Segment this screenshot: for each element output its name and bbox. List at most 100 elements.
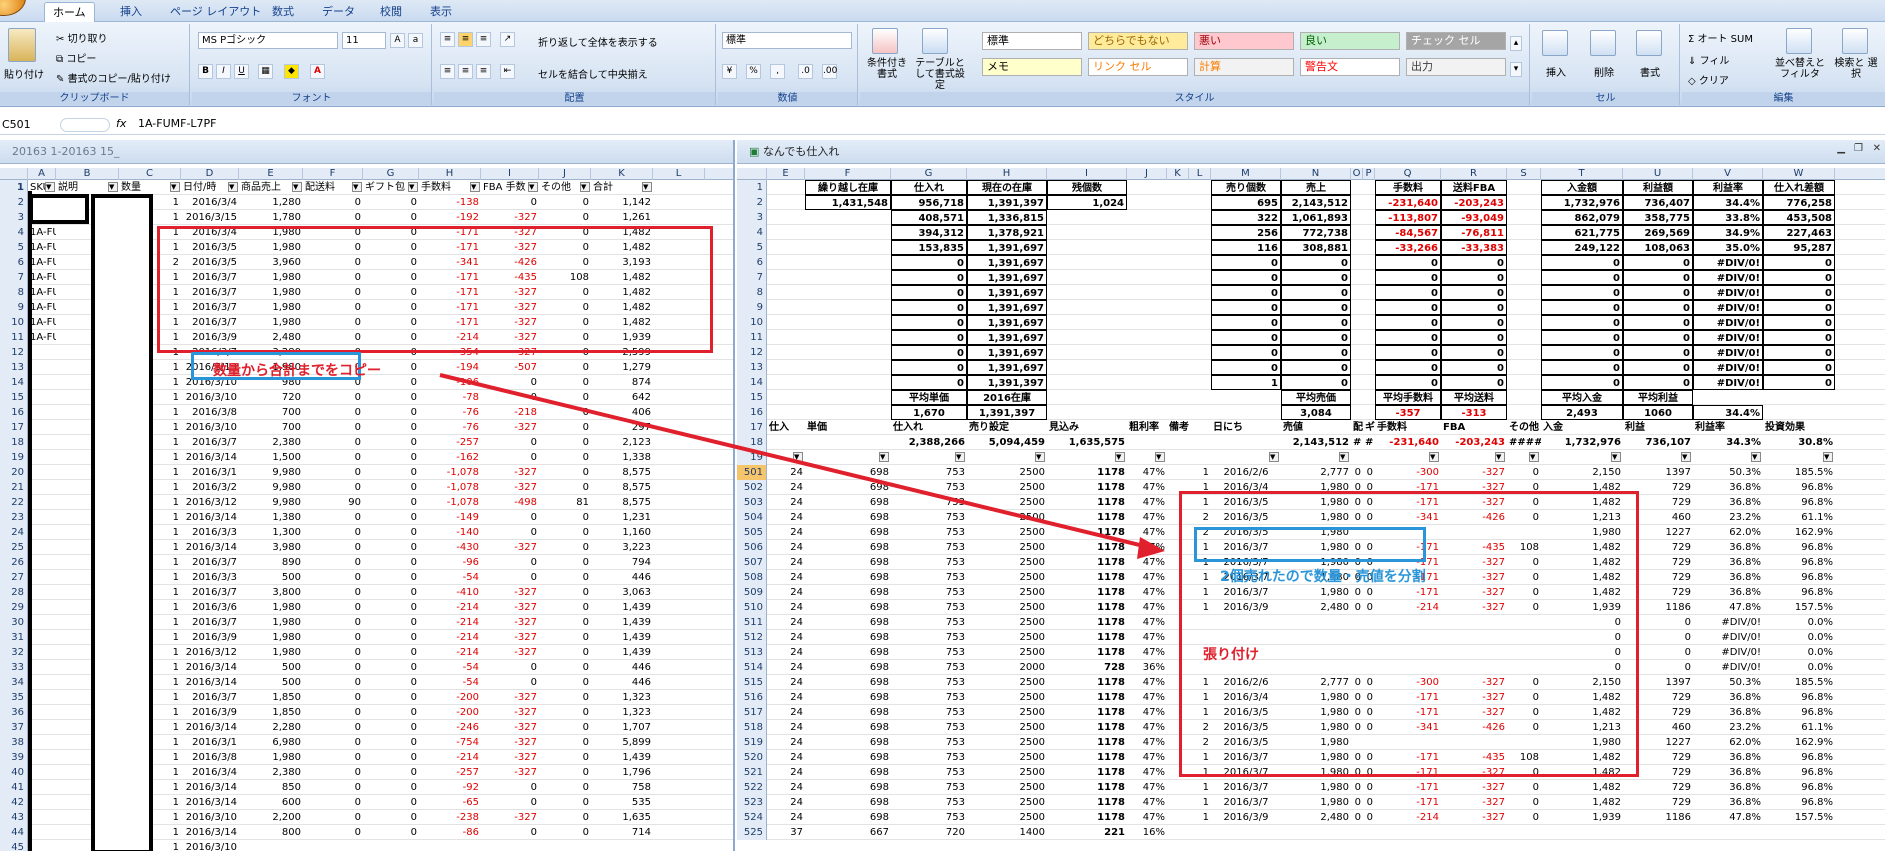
cell[interactable]: -76	[419, 420, 481, 435]
tab-3[interactable]: 数式	[264, 2, 302, 22]
cell[interactable]: -1,078	[419, 480, 481, 495]
cell[interactable]: -106	[419, 375, 481, 390]
cell[interactable]: 0	[539, 720, 591, 735]
cell[interactable]: 0	[303, 690, 363, 705]
style-cell-7[interactable]: 計算	[1194, 58, 1294, 76]
cell[interactable]: 1,439	[591, 750, 653, 765]
cell[interactable]	[28, 765, 56, 780]
cell[interactable]: 0	[539, 585, 591, 600]
cell[interactable]: 0	[539, 795, 591, 810]
cell[interactable]: -1,078	[419, 465, 481, 480]
cell[interactable]: 2,200	[239, 810, 303, 825]
cell[interactable]: 535	[591, 795, 653, 810]
cell[interactable]: 2016/3/8	[181, 750, 239, 765]
cell[interactable]: 0	[481, 450, 539, 465]
cell[interactable]: -754	[419, 735, 481, 750]
cell[interactable]: 0	[363, 420, 419, 435]
cell[interactable]: 2016/3/12	[181, 495, 239, 510]
name-box[interactable]: C501	[0, 116, 55, 134]
cell[interactable]: -92	[419, 780, 481, 795]
cell[interactable]: 406	[591, 405, 653, 420]
style-cell-0[interactable]: 標準	[982, 32, 1082, 50]
right-col-header[interactable]: I	[1047, 168, 1127, 180]
cell[interactable]: 0	[363, 690, 419, 705]
cell[interactable]: -327	[481, 810, 539, 825]
tab-6[interactable]: 表示	[422, 2, 460, 22]
right-col-header[interactable]: J	[1127, 168, 1167, 180]
cell[interactable]: 2016/3/3	[181, 570, 239, 585]
cell[interactable]: 0	[363, 795, 419, 810]
cell[interactable]: 1A-FUMF-	[28, 225, 56, 240]
filter-dropdown-icon[interactable]: ▼	[642, 182, 652, 192]
tab-5[interactable]: 校閲	[372, 2, 410, 22]
right-col-header[interactable]: L	[1189, 168, 1211, 180]
cell[interactable]: 81	[539, 495, 591, 510]
cell[interactable]: 0	[363, 405, 419, 420]
underline-icon[interactable]: U	[234, 64, 249, 79]
filter-dropdown-icon[interactable]: ▼	[108, 182, 118, 192]
cell[interactable]: 1,261	[591, 210, 653, 225]
cell[interactable]: 1,850	[239, 705, 303, 720]
cell[interactable]: 0	[363, 525, 419, 540]
style-cell-4[interactable]: チェック セル	[1406, 32, 1506, 50]
cell[interactable]	[28, 660, 56, 675]
cell[interactable]: 1,707	[591, 720, 653, 735]
right-col-header[interactable]: E	[767, 168, 805, 180]
style-cell-1[interactable]: どちらでもない	[1088, 32, 1188, 50]
cell[interactable]: 800	[239, 825, 303, 840]
cell[interactable]: -507	[481, 360, 539, 375]
cell[interactable]: 1,323	[591, 705, 653, 720]
cell[interactable]	[28, 600, 56, 615]
cell[interactable]: 0	[363, 705, 419, 720]
filter-dropdown-icon[interactable]: ▼	[228, 182, 238, 192]
insert-cells-button[interactable]: 挿入	[1546, 64, 1566, 79]
formula-cancel-confirm[interactable]	[60, 118, 110, 132]
cell[interactable]: 2016/3/14	[181, 825, 239, 840]
cell[interactable]: 0	[539, 420, 591, 435]
cell[interactable]: 1A-FUMF-	[28, 315, 56, 330]
cell[interactable]: -430	[419, 540, 481, 555]
cell[interactable]: 2016/3/10	[181, 840, 239, 851]
cell[interactable]: -327	[481, 480, 539, 495]
cell[interactable]: 1,439	[591, 600, 653, 615]
cell[interactable]	[28, 585, 56, 600]
cell[interactable]: 0	[303, 630, 363, 645]
filter-dropdown-icon[interactable]: ▼	[352, 182, 362, 192]
font-size-select[interactable]: 11	[342, 32, 386, 49]
cell[interactable]: -218	[481, 405, 539, 420]
align-right-icon[interactable]: ≡	[476, 64, 491, 79]
tab-2[interactable]: ページ レイアウト	[162, 2, 269, 22]
cell[interactable]: 8,575	[591, 480, 653, 495]
cell[interactable]: -138	[419, 195, 481, 210]
cell[interactable]: 0	[481, 780, 539, 795]
cell[interactable]	[28, 750, 56, 765]
cell[interactable]: 0	[539, 615, 591, 630]
cell[interactable]: 1A-FUMF-	[28, 270, 56, 285]
cell[interactable]: 0	[539, 360, 591, 375]
sort-filter-button[interactable]: 並べ替えと フィルタ	[1770, 58, 1830, 80]
cell[interactable]: 8,575	[591, 495, 653, 510]
cell[interactable]	[28, 705, 56, 720]
cell[interactable]: 0	[481, 825, 539, 840]
filter-dropdown-icon[interactable]: ▼	[1611, 452, 1621, 462]
cell[interactable]: 700	[239, 420, 303, 435]
cell[interactable]	[28, 465, 56, 480]
right-corner-cell[interactable]	[737, 168, 767, 180]
cell[interactable]: 2016/3/4	[181, 195, 239, 210]
cell[interactable]: 0	[539, 645, 591, 660]
cell[interactable]: 0	[481, 660, 539, 675]
cell[interactable]: 0	[481, 795, 539, 810]
cell[interactable]: 874	[591, 375, 653, 390]
cell[interactable]: 1A-FUMF-	[28, 300, 56, 315]
cell[interactable]: -214	[419, 645, 481, 660]
cell[interactable]: 1,850	[239, 690, 303, 705]
cell[interactable]: -1,078	[419, 495, 481, 510]
cell[interactable]: 5,899	[591, 735, 653, 750]
cell[interactable]: 0	[303, 750, 363, 765]
cell[interactable]: -327	[481, 735, 539, 750]
cell[interactable]: 0	[481, 195, 539, 210]
cell[interactable]: 8,575	[591, 465, 653, 480]
increase-decimal-icon[interactable]: .0	[798, 64, 813, 79]
cell[interactable]	[28, 645, 56, 660]
cell[interactable]: 0	[481, 375, 539, 390]
